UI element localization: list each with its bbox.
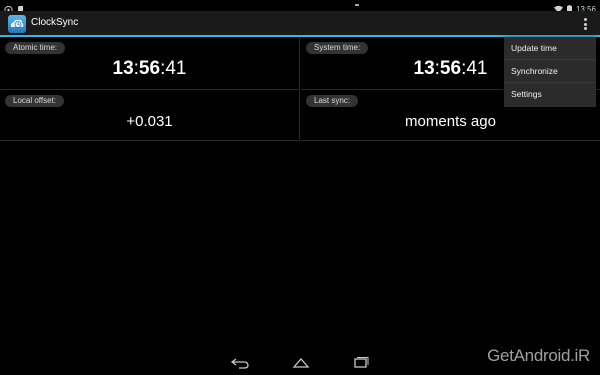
last-sync-label: Last sync: — [306, 95, 359, 107]
recents-icon[interactable] — [351, 356, 371, 370]
system-minutes: 56 — [439, 58, 462, 79]
overflow-menu: Update time Synchronize Settings — [504, 37, 596, 107]
local-offset-label: Local offset: — [5, 95, 64, 107]
overflow-menu-icon[interactable] — [580, 17, 590, 31]
menu-item-update-time[interactable]: Update time — [504, 37, 596, 60]
system-time-label: System time: — [306, 42, 369, 54]
watermark-text: GetAndroid.iR — [487, 346, 590, 365]
atomic-time-panel: Atomic time: 13:56:41 — [0, 38, 300, 90]
action-bar: ClockSync — [0, 11, 600, 37]
local-offset-panel: Local offset: +0.031 — [0, 91, 300, 141]
home-icon[interactable] — [291, 356, 311, 370]
atomic-time-label: Atomic time: — [5, 42, 66, 54]
system-seconds: 41 — [466, 58, 488, 79]
atomic-hours: 13 — [112, 58, 134, 79]
local-offset-value: +0.031 — [126, 113, 173, 130]
atomic-seconds: 41 — [165, 58, 187, 79]
app-title: ClockSync — [31, 17, 79, 28]
last-sync-value: moments ago — [405, 113, 496, 130]
atomic-minutes: 56 — [138, 58, 161, 79]
back-icon[interactable] — [230, 356, 250, 370]
menu-item-settings[interactable]: Settings — [504, 83, 596, 106]
menu-item-synchronize[interactable]: Synchronize — [504, 60, 596, 83]
clocksync-app-icon[interactable] — [8, 15, 26, 33]
system-hours: 13 — [413, 58, 435, 79]
status-indicator — [355, 4, 359, 6]
status-bar: 13:56 — [0, 0, 600, 15]
atomic-time-value: 13:56:41 — [112, 58, 187, 79]
